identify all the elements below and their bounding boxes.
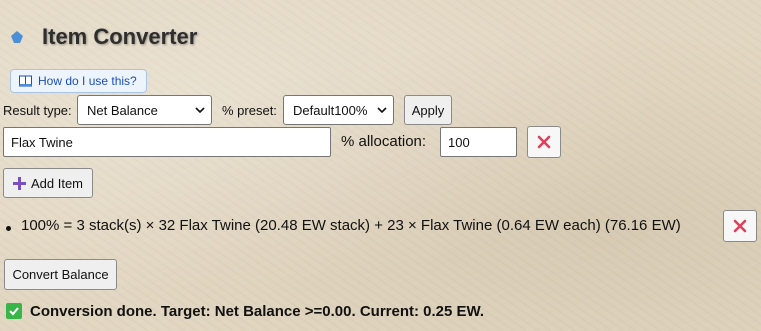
blue-diamond-icon <box>11 31 23 43</box>
allocation-label: % allocation: <box>341 133 427 150</box>
list-bullet <box>6 226 11 231</box>
chevron-down-icon <box>195 106 205 113</box>
remove-result-button[interactable] <box>723 210 757 242</box>
preset-value: Default100% <box>293 102 368 118</box>
page-title: Item Converter <box>42 24 198 49</box>
remove-item-button[interactable] <box>527 126 561 158</box>
help-button[interactable]: How do I use this? <box>10 69 147 93</box>
convert-balance-button[interactable]: Convert Balance <box>4 259 117 290</box>
result-type-label: Result type: <box>3 103 72 118</box>
preset-select[interactable]: Default100% <box>283 95 394 125</box>
help-button-label: How do I use this? <box>38 74 137 88</box>
book-icon <box>19 75 32 87</box>
add-item-label: Add Item <box>30 175 84 191</box>
close-icon <box>537 135 551 149</box>
plus-icon <box>12 176 26 190</box>
item-input[interactable] <box>3 127 331 157</box>
check-mark-icon <box>6 303 22 319</box>
result-type-value: Net Balance <box>87 102 158 118</box>
result-type-select[interactable]: Net Balance <box>77 95 212 125</box>
apply-button[interactable]: Apply <box>404 95 452 125</box>
add-item-button[interactable]: Add Item <box>3 168 93 198</box>
allocation-input[interactable] <box>440 127 517 157</box>
close-icon <box>733 219 747 233</box>
chevron-down-icon <box>377 106 387 113</box>
preset-label: % preset: <box>222 103 277 118</box>
result-line: 100% = 3 stack(s) × 32 Flax Twine (20.48… <box>21 217 681 234</box>
status-message: Conversion done. Target: Net Balance >=0… <box>30 303 485 320</box>
